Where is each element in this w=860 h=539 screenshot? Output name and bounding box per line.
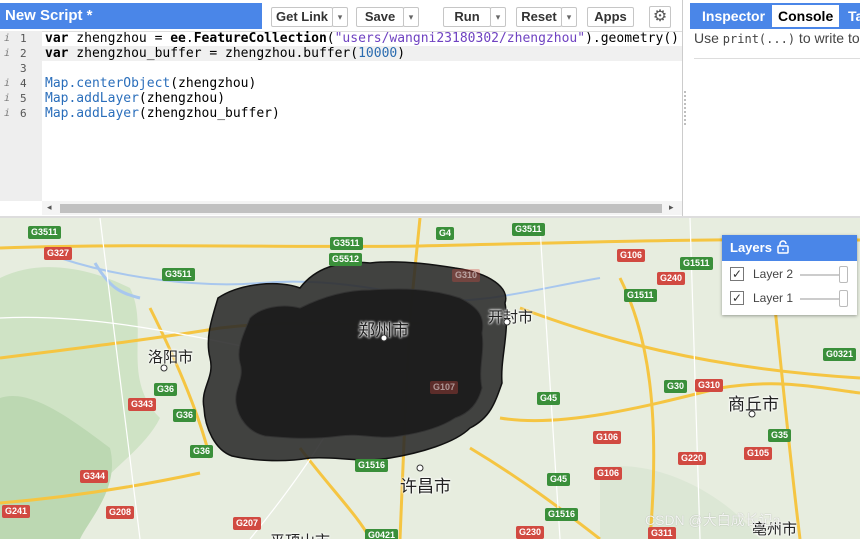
layer-name: Layer 2 <box>753 267 794 281</box>
code-line-5: Map.addLayer(zhengzhou) <box>45 91 226 106</box>
opacity-slider-handle[interactable] <box>839 266 848 283</box>
console-hint: Use print(...) to write to <box>694 30 860 46</box>
city-label: 郑州市 <box>358 321 409 340</box>
layers-header[interactable]: Layers <box>722 235 857 261</box>
road-shield: G36 <box>154 383 178 396</box>
gutter-line: i6 <box>4 106 27 121</box>
road-shield: G310 <box>695 379 724 392</box>
road-shield: G208 <box>106 506 135 519</box>
road-shield: G36 <box>173 409 197 422</box>
zhengzhou-boundary-polygon <box>235 288 484 439</box>
layers-title: Layers <box>730 240 772 255</box>
code-line-4: Map.centerObject(zhengzhou) <box>45 76 257 91</box>
city-label: 洛阳市 <box>148 349 194 366</box>
scroll-right-icon[interactable]: ▸ <box>669 202 674 213</box>
road-shield: G241 <box>2 505 31 518</box>
divider <box>694 58 860 59</box>
road-shield: G30 <box>664 380 688 393</box>
info-icon[interactable]: i <box>4 31 10 46</box>
get-link-dropdown[interactable]: ▾ <box>332 7 348 27</box>
road-shield: G4 <box>436 227 455 240</box>
gutter-line: i5 <box>4 91 27 106</box>
road-shield: G106 <box>594 467 623 480</box>
code-line-2: var zhengzhou_buffer = zhengzhou.buffer(… <box>45 46 406 61</box>
script-title[interactable]: New Script * <box>0 3 262 29</box>
panel-resize-handle[interactable] <box>683 88 688 128</box>
road-shield: G106 <box>593 431 622 444</box>
road-shield: G230 <box>516 526 545 539</box>
gutter-line: 3 <box>20 62 27 75</box>
tab-tasks[interactable]: Ta <box>842 5 860 27</box>
road-shield: G327 <box>44 247 73 260</box>
gutter-line: i1 <box>4 31 27 46</box>
code-textarea[interactable]: var zhengzhou = ee.FeatureCollection("us… <box>42 31 682 201</box>
road-shield: G220 <box>678 452 707 465</box>
run-dropdown[interactable]: ▾ <box>490 7 506 27</box>
road-shield: G207 <box>233 517 262 530</box>
info-icon[interactable]: i <box>4 91 10 106</box>
code-editor-panel: New Script * Get Link ▾ Save ▾ Run ▾ Res… <box>0 0 683 216</box>
layer-row: ✓ Layer 1 <box>722 288 857 310</box>
road-shield: G3511 <box>28 226 61 239</box>
road-shield: G1511 <box>624 289 657 302</box>
road-shield: G3511 <box>162 268 195 281</box>
get-link-button[interactable]: Get Link <box>271 7 333 27</box>
road-shield: G0321 <box>823 348 857 361</box>
info-icon[interactable]: i <box>4 46 10 61</box>
road-shield: G343 <box>128 398 157 411</box>
layer-name: Layer 1 <box>753 291 794 305</box>
road-shield: G5512 <box>329 253 363 266</box>
apps-button[interactable]: Apps <box>587 7 634 27</box>
reset-button[interactable]: Reset <box>516 7 562 27</box>
road-shield: G107 <box>430 381 459 394</box>
road-shield: G106 <box>617 249 646 262</box>
save-button[interactable]: Save <box>356 7 404 27</box>
road-shield: G3511 <box>512 223 545 236</box>
road-shield: G344 <box>80 470 109 483</box>
gear-icon[interactable]: ⚙ <box>649 6 671 28</box>
run-button[interactable]: Run <box>443 7 491 27</box>
scrollbar-thumb[interactable] <box>60 204 662 213</box>
line-gutter: i1 i2 3 i4 i5 i6 <box>0 31 42 201</box>
road-shield: G45 <box>537 392 561 405</box>
road-shield: G0421 <box>365 529 399 539</box>
console-panel: Inspector Console Ta Use print(...) to w… <box>690 0 860 216</box>
scroll-left-icon[interactable]: ◂ <box>47 202 52 213</box>
gutter-line: i4 <box>4 76 27 91</box>
tab-console[interactable]: Console <box>772 5 840 27</box>
city-label: 商丘市 <box>728 395 779 414</box>
unlock-icon[interactable] <box>776 240 790 254</box>
watermark: CSDN @大白成长记a <box>645 512 781 528</box>
road-shield: G36 <box>190 445 214 458</box>
road-shield: G1511 <box>680 257 713 270</box>
tab-inspector[interactable]: Inspector <box>696 5 771 27</box>
layer-row: ✓ Layer 2 <box>722 264 857 286</box>
info-icon[interactable]: i <box>4 76 10 91</box>
horizontal-scrollbar[interactable]: ◂ ▸ <box>42 201 682 215</box>
info-icon[interactable]: i <box>4 106 10 121</box>
city-label: 开封市 <box>488 309 534 326</box>
layer-1-checkbox[interactable]: ✓ <box>730 291 744 305</box>
city-label: 许昌市 <box>400 477 451 496</box>
code-line-6: Map.addLayer(zhengzhou_buffer) <box>45 106 280 121</box>
code-line-1: var zhengzhou = ee.FeatureCollection("us… <box>45 31 679 46</box>
layers-panel: Layers ✓ Layer 2 ✓ Layer 1 <box>722 235 857 315</box>
layer-2-checkbox[interactable]: ✓ <box>730 267 744 281</box>
road-shield: G240 <box>657 272 686 285</box>
road-shield: G1516 <box>355 459 389 472</box>
road-shield: G1516 <box>545 508 579 521</box>
tab-bar: Inspector Console Ta <box>690 3 860 29</box>
gutter-line: i2 <box>4 46 27 61</box>
road-shield: G3511 <box>330 237 363 250</box>
road-shield: G105 <box>744 447 773 460</box>
editor-toolbar: New Script * Get Link ▾ Save ▾ Run ▾ Res… <box>0 0 682 32</box>
opacity-slider-handle[interactable] <box>839 290 848 307</box>
save-dropdown[interactable]: ▾ <box>403 7 419 27</box>
road-shield: G310 <box>452 269 481 282</box>
road-shield: G45 <box>547 473 571 486</box>
reset-dropdown[interactable]: ▾ <box>561 7 577 27</box>
city-label: 平顶山市 <box>270 530 330 539</box>
road-shield: G35 <box>768 429 792 442</box>
